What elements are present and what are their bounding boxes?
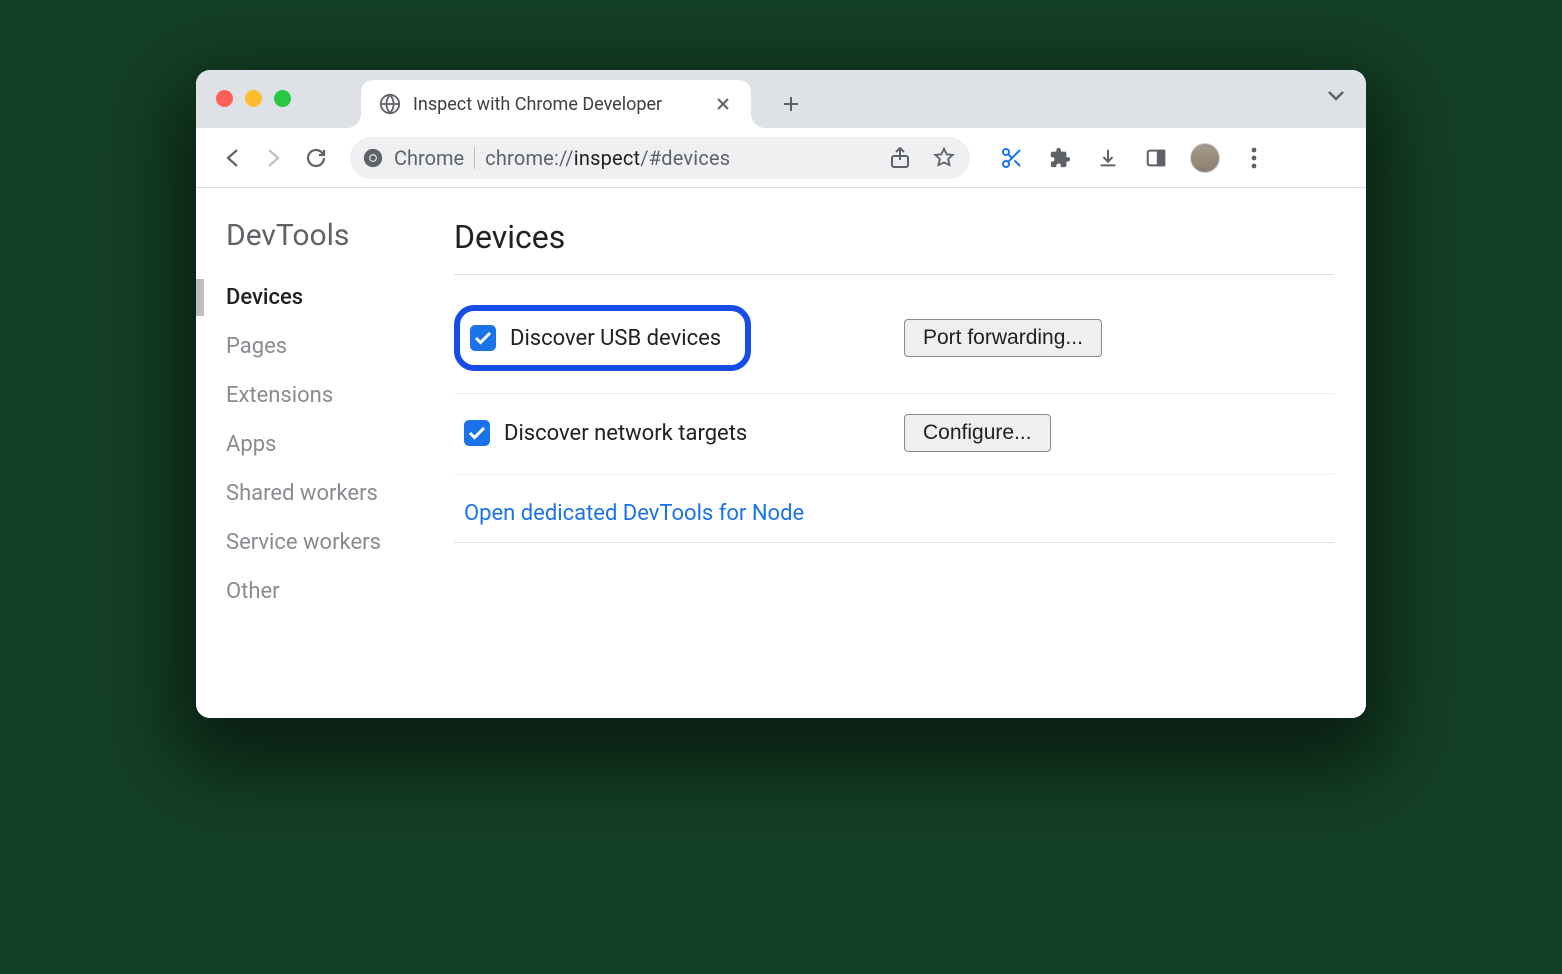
- network-row: Discover network targets Configure...: [454, 406, 1334, 475]
- extensions-icon[interactable]: [1046, 144, 1074, 172]
- divider: [454, 274, 1334, 275]
- titlebar: Inspect with Chrome Developer: [196, 70, 1366, 128]
- discover-usb-label: Discover USB devices: [510, 326, 721, 351]
- url-scheme: chrome: [485, 146, 554, 170]
- close-tab-button[interactable]: [709, 94, 737, 114]
- sidebar-item-shared-workers[interactable]: Shared workers: [226, 469, 446, 518]
- usb-highlight: Discover USB devices: [454, 305, 751, 371]
- toolbar-actions: [998, 143, 1268, 173]
- sidebar-title: DevTools: [226, 218, 446, 253]
- address-bar[interactable]: Chrome chrome://inspect/#devices: [350, 137, 970, 179]
- downloads-icon[interactable]: [1094, 144, 1122, 172]
- browser-window: Inspect with Chrome Developer Chrome: [196, 70, 1366, 718]
- side-panel-icon[interactable]: [1142, 144, 1170, 172]
- sidebar-item-pages[interactable]: Pages: [226, 322, 446, 371]
- url-host: inspect: [574, 146, 640, 170]
- omnibox-divider: [474, 147, 475, 169]
- divider-bottom: [454, 542, 1334, 543]
- sidebar-item-other[interactable]: Other: [226, 567, 446, 616]
- url-text: chrome://inspect/#devices: [485, 146, 730, 170]
- forward-button[interactable]: [256, 140, 292, 176]
- configure-button[interactable]: Configure...: [904, 414, 1051, 452]
- page-content: DevTools Devices Pages Extensions Apps S…: [196, 188, 1366, 718]
- site-info-label: Chrome: [394, 146, 464, 170]
- chrome-icon: [362, 147, 384, 169]
- minimize-window-button[interactable]: [245, 90, 262, 107]
- node-row: Open dedicated DevTools for Node: [454, 487, 1334, 554]
- sidebar-item-apps[interactable]: Apps: [226, 420, 446, 469]
- window-controls: [216, 90, 291, 107]
- toolbar: Chrome chrome://inspect/#devices: [196, 128, 1366, 188]
- page-title: Devices: [454, 218, 1334, 256]
- tabs-dropdown-button[interactable]: [1326, 88, 1346, 102]
- sidebar-item-extensions[interactable]: Extensions: [226, 371, 446, 420]
- profile-avatar[interactable]: [1190, 143, 1220, 173]
- bookmark-star-icon[interactable]: [930, 144, 958, 172]
- usb-row: Discover USB devices Port forwarding...: [454, 297, 1334, 394]
- discover-network-checkbox[interactable]: [464, 420, 490, 446]
- globe-icon: [379, 93, 401, 115]
- discover-network-label: Discover network targets: [504, 421, 747, 446]
- sidebar-item-service-workers[interactable]: Service workers: [226, 518, 446, 567]
- back-button[interactable]: [214, 140, 250, 176]
- scissors-icon[interactable]: [998, 144, 1026, 172]
- close-window-button[interactable]: [216, 90, 233, 107]
- sidebar-item-devices[interactable]: Devices: [226, 273, 446, 322]
- main-panel: Devices Discover USB devices Port forwar…: [446, 188, 1366, 718]
- share-icon[interactable]: [886, 144, 914, 172]
- url-path: /#devices: [640, 146, 730, 170]
- url-separator: ://: [554, 146, 574, 170]
- reload-button[interactable]: [298, 140, 334, 176]
- tab-title: Inspect with Chrome Developer: [413, 94, 662, 115]
- new-tab-button[interactable]: [773, 90, 809, 118]
- open-node-devtools-link[interactable]: Open dedicated DevTools for Node: [464, 495, 804, 532]
- browser-tab[interactable]: Inspect with Chrome Developer: [361, 80, 751, 128]
- port-forwarding-button[interactable]: Port forwarding...: [904, 319, 1102, 357]
- menu-icon[interactable]: [1240, 144, 1268, 172]
- maximize-window-button[interactable]: [274, 90, 291, 107]
- discover-usb-checkbox[interactable]: [470, 325, 496, 351]
- sidebar: DevTools Devices Pages Extensions Apps S…: [196, 188, 446, 718]
